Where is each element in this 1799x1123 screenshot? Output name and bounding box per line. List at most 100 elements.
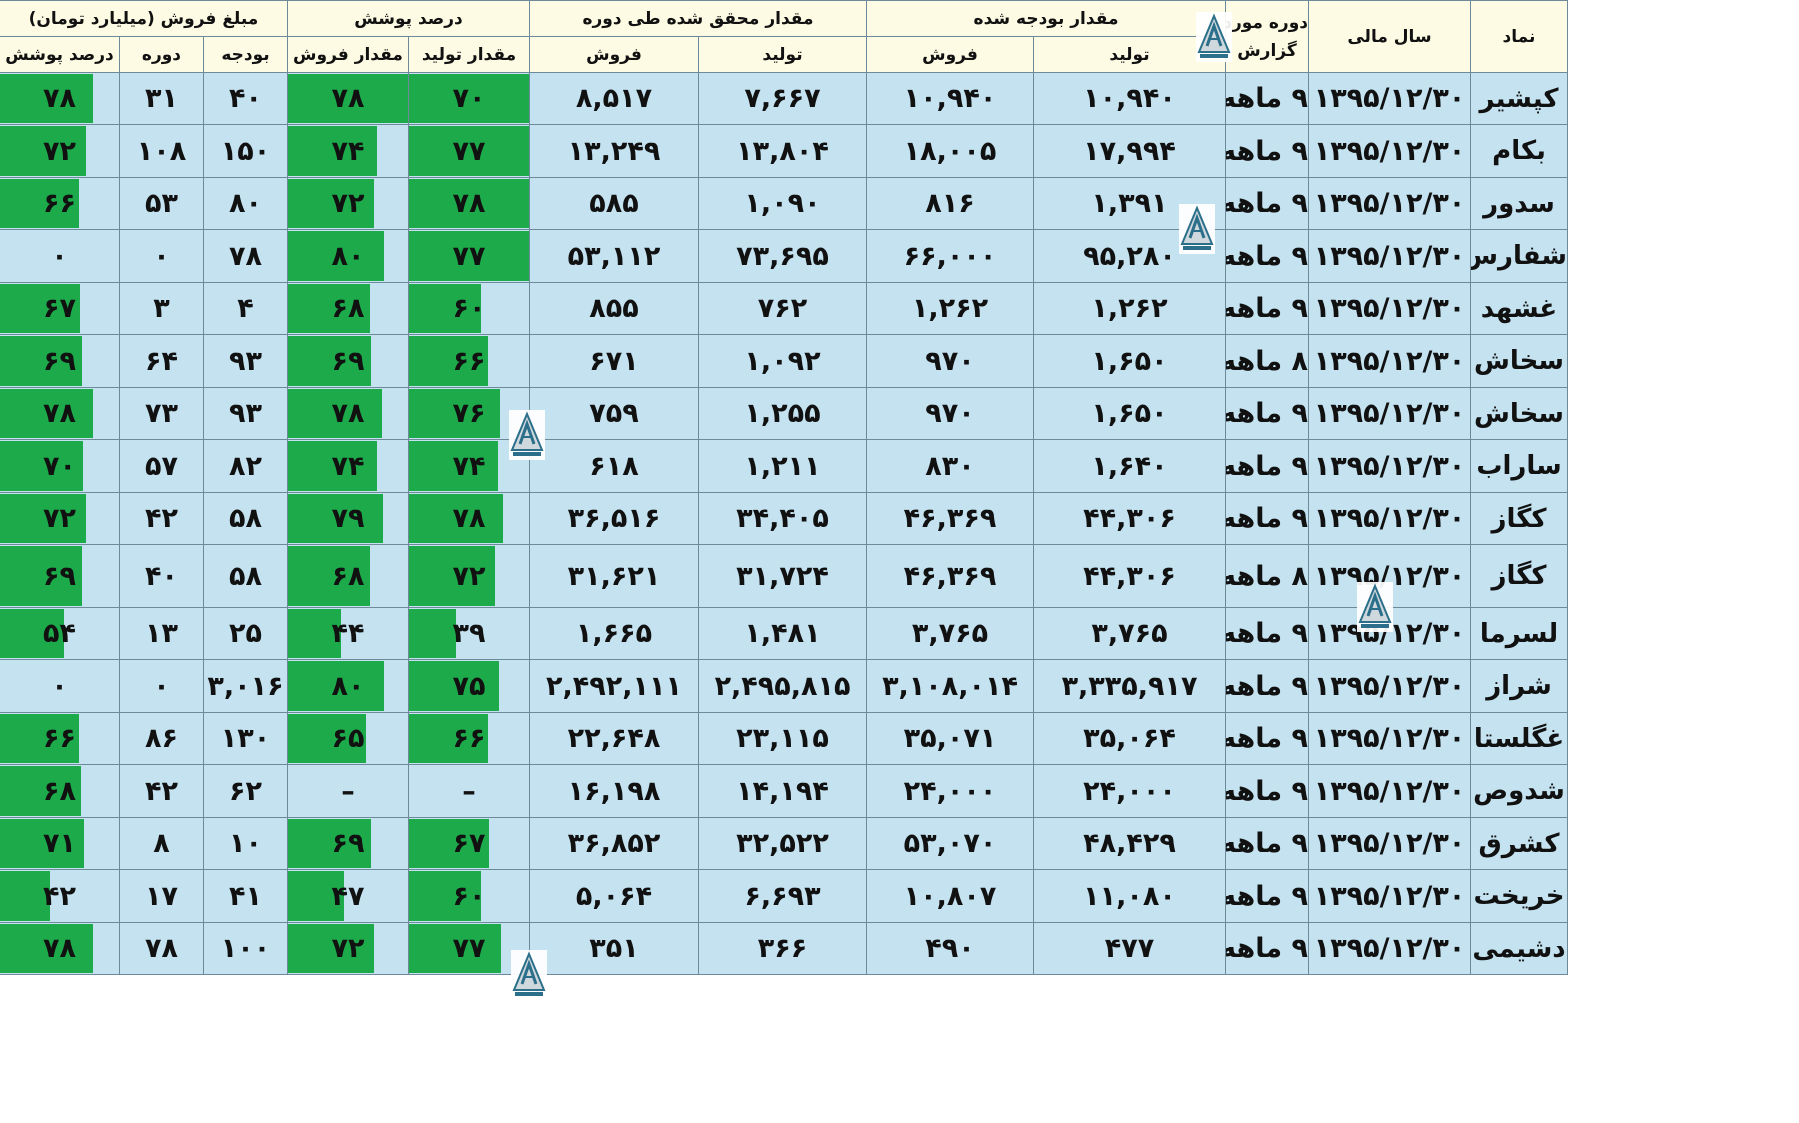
cell-amount-period: ۰ [118, 229, 204, 283]
cell-coverage-production: ۶۰ [407, 282, 530, 335]
cell-budget-sales: ۴۹۰ [866, 922, 1034, 975]
cell-budget-sales-value: ۱,۲۶۲ [911, 293, 989, 324]
cell-coverage-production-value: ۶۰ [452, 880, 486, 912]
table-row: شفارس ۱۳۹۵/۱۲/۳۰ ۹ ماهه ۹۵,۲۸۰ ۶۶,۰۰۰ ۷۳,۶۹۵ ۵… [0, 229, 1568, 283]
table-row: ساراب ۱۳۹۵/۱۲/۳۰ ۹ ماهه ۱,۶۴۰ ۸۳۰ ۱,۲۱۱ ۶۱۸ ۷۴ ۷… [0, 439, 1568, 493]
table-row: شراز ۱۳۹۵/۱۲/۳۰ ۹ ماهه ۳,۳۳۵,۹۱۷ ۳,۱۰۸,۰۱۴ ۲,… [0, 659, 1568, 713]
cell-fiscal-year-value: ۱۳۹۵/۱۲/۳۰ [1313, 503, 1466, 534]
cell-amount-budget-value: ۱۰ [229, 828, 262, 859]
cell-amount-period: ۴۰ [118, 544, 204, 608]
cell-symbol: کشرق [1470, 817, 1568, 870]
cell-fiscal-year-value: ۱۳۹۵/۱۲/۳۰ [1313, 188, 1466, 219]
cell-amount-coverage: ۷۸ [0, 922, 120, 975]
cell-coverage-production: ۷۸ [407, 492, 530, 545]
cell-fiscal-year: ۱۳۹۵/۱۲/۳۰ [1308, 177, 1471, 230]
cell-realized-sales: ۶۷۱ [528, 334, 700, 388]
cell-report-period: ۸ ماهه [1225, 334, 1309, 388]
cell-amount-coverage-value: ۰ [51, 670, 68, 702]
coverage-table: نماد سال مالی دوره مورد گزارش مقدار بودج… [0, 0, 1568, 975]
cell-amount-coverage: ۷۲ [0, 124, 120, 178]
cell-budget-production-value: ۳,۷۶۵ [1091, 618, 1168, 649]
cell-realized-production: ۱,۰۹۲ [698, 334, 867, 388]
cell-symbol: شدوص [1470, 764, 1568, 818]
cell-symbol-value: ساراب [1476, 451, 1562, 481]
cell-amount-coverage: ۰ [0, 659, 120, 713]
header-budgeted: مقدار بودجه شده [866, 0, 1226, 37]
cell-realized-production: ۱,۲۵۵ [698, 387, 867, 440]
cell-budget-production-value: ۱,۶۵۰ [1091, 345, 1168, 377]
header-coverage-sales-qty: مقدار فروش [286, 36, 409, 73]
cell-amount-budget-value: ۱۵۰ [220, 135, 271, 167]
cell-amount-period: ۳۱ [118, 72, 204, 125]
cell-budget-sales: ۹۷۰ [866, 387, 1034, 440]
cell-amount-budget: ۳,۰۱۶ [202, 659, 288, 713]
cell-coverage-production-value: ۳۹ [452, 618, 486, 649]
cell-coverage-sales: ۷۲ [286, 922, 409, 975]
cell-realized-production: ۷۳,۶۹۵ [698, 229, 867, 283]
cell-amount-coverage: ۷۲ [0, 492, 120, 545]
cell-amount-budget: ۸۰ [202, 177, 288, 230]
cell-realized-sales: ۳۶,۵۱۶ [528, 492, 700, 545]
cell-symbol: سدور [1470, 177, 1568, 230]
cell-realized-production-value: ۳۴,۴۰۵ [736, 503, 829, 534]
cell-amount-period: ۶۴ [118, 334, 204, 388]
cell-symbol: ساراب [1470, 439, 1568, 493]
cell-coverage-production-value: ۷۵ [452, 670, 486, 702]
cell-amount-budget: ۵۸ [202, 492, 288, 545]
cell-realized-sales: ۵۸۵ [528, 177, 700, 230]
header-symbol: نماد [1470, 0, 1568, 73]
cell-budget-production: ۱,۶۵۰ [1033, 334, 1226, 388]
cell-coverage-sales: ۸۰ [286, 659, 409, 713]
cell-realized-sales: ۲۲,۶۴۸ [528, 712, 700, 765]
cell-report-period-value: ۹ ماهه [1225, 83, 1308, 114]
cell-budget-production-value: ۱,۳۹۱ [1091, 188, 1168, 219]
cell-budget-sales: ۳,۱۰۸,۰۱۴ [866, 659, 1034, 713]
cell-realized-production: ۲۳,۱۱۵ [698, 712, 867, 765]
cell-coverage-sales-value: ۶۹ [331, 828, 365, 859]
cell-realized-production: ۱۴,۱۹۴ [698, 764, 867, 818]
cell-budget-sales: ۵۳,۰۷۰ [866, 817, 1034, 870]
header-coverage-production-qty: مقدار تولید [407, 36, 530, 73]
cell-amount-budget: ۹۳ [202, 387, 288, 440]
cell-symbol: سخاش [1470, 334, 1568, 388]
cell-coverage-sales-value: ۷۲ [331, 188, 365, 219]
cell-fiscal-year-value: ۱۳۹۵/۱۲/۳۰ [1313, 135, 1466, 167]
cell-amount-budget-value: ۶۲ [229, 775, 262, 807]
cell-coverage-production-value: ۷۰ [452, 83, 486, 114]
cell-amount-budget-value: ۷۸ [229, 240, 262, 272]
cell-report-period-value: ۹ ماهه [1225, 398, 1308, 429]
cell-symbol: کگاز [1470, 544, 1568, 608]
cell-symbol: بکام [1470, 124, 1568, 178]
table-row: کگاز ۱۳۹۵/۱۲/۳۰ ۹ ماهه ۴۴,۳۰۶ ۴۶,۳۶۹ ۳۴,۴۰۵ ۳۶… [0, 492, 1568, 545]
table-row: بکام ۱۳۹۵/۱۲/۳۰ ۹ ماهه ۱۷,۹۹۴ ۱۸,۰۰۵ ۱۳,۸۰۴ ۱۳… [0, 124, 1568, 178]
cell-coverage-production: ۶۰ [407, 869, 530, 923]
cell-symbol: سخاش [1470, 387, 1568, 440]
cell-realized-sales: ۸۵۵ [528, 282, 700, 335]
cell-amount-budget-value: ۳,۰۱۶ [207, 670, 284, 702]
sheet-right-margin [1568, 0, 1799, 1123]
cell-amount-coverage-value: ۴۲ [42, 880, 76, 912]
cell-realized-sales-value: ۳۵۱ [589, 933, 639, 964]
cell-realized-sales-value: ۳۱,۶۲۱ [567, 560, 661, 592]
cell-budget-sales: ۱,۲۶۲ [866, 282, 1034, 335]
cell-amount-budget: ۷۸ [202, 229, 288, 283]
cell-report-period: ۹ ماهه [1225, 177, 1309, 230]
cell-symbol-value: کشرق [1478, 828, 1560, 859]
cell-fiscal-year-value: ۱۳۹۵/۱۲/۳۰ [1313, 933, 1466, 964]
cell-realized-sales-value: ۵۳,۱۱۲ [567, 240, 661, 272]
cell-amount-period-value: ۸ [153, 828, 170, 859]
cell-coverage-production-value: ۷۸ [452, 188, 486, 219]
cell-budget-sales: ۱۸,۰۰۵ [866, 124, 1034, 178]
cell-fiscal-year-value: ۱۳۹۵/۱۲/۳۰ [1313, 240, 1466, 272]
cell-budget-production-value: ۱,۲۶۲ [1091, 293, 1168, 324]
header-coverage-percent: درصد پوشش [286, 0, 530, 37]
cell-realized-sales-value: ۵۸۵ [589, 188, 639, 219]
table-row: شدوص ۱۳۹۵/۱۲/۳۰ ۹ ماهه ۲۴,۰۰۰ ۲۴,۰۰۰ ۱۴,۱۹۴ ۱۶… [0, 764, 1568, 818]
cell-coverage-sales-value: ۷۴ [331, 450, 365, 482]
cell-budget-production-value: ۳۵,۰۶۴ [1083, 723, 1176, 754]
cell-realized-sales: ۳۵۱ [528, 922, 700, 975]
cell-report-period: ۹ ماهه [1225, 869, 1309, 923]
cell-budget-sales: ۴۶,۳۶۹ [866, 492, 1034, 545]
cell-amount-budget-value: ۴۰ [229, 83, 262, 114]
coverage-table-sheet: نماد سال مالی دوره مورد گزارش مقدار بودج… [0, 0, 1568, 1000]
